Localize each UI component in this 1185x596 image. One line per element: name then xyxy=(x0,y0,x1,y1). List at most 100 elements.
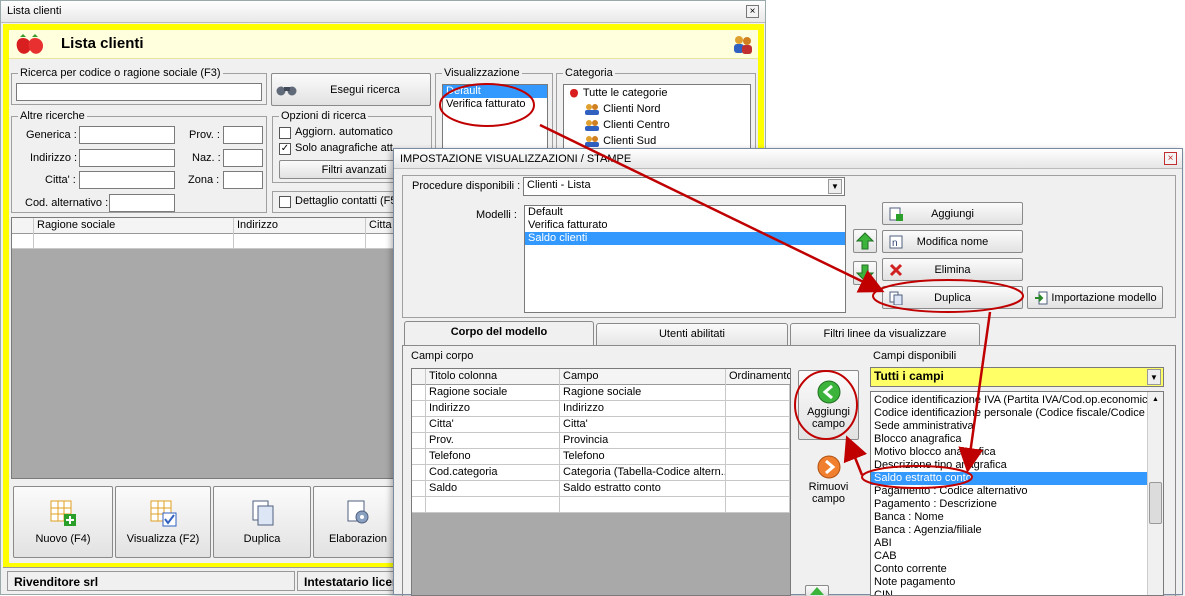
elaborations-button[interactable]: Elaborazion xyxy=(313,486,403,558)
citta-input[interactable] xyxy=(79,171,175,189)
move-field-up-button[interactable] xyxy=(805,585,829,596)
duplicate-icon xyxy=(252,500,274,526)
view-item-default[interactable]: Default xyxy=(443,85,547,98)
model-item-default[interactable]: Default xyxy=(525,206,845,219)
main-window-title: Lista clienti xyxy=(7,5,62,17)
available-field-item[interactable]: Codice identificazione IVA (Partita IVA/… xyxy=(871,394,1147,407)
grid-col-indirizzo[interactable]: Indirizzo xyxy=(234,218,366,234)
add-field-button[interactable]: Aggiungi campo xyxy=(798,370,859,440)
only-active-checkbox[interactable]: ✓ xyxy=(279,143,291,155)
available-field-item[interactable]: Conto corrente xyxy=(871,563,1147,576)
available-field-item[interactable]: Descrizione tipo anagrafica xyxy=(871,459,1147,472)
scroll-up-icon[interactable]: ▲ xyxy=(1149,393,1162,406)
available-field-item[interactable]: Sede amministrativa xyxy=(871,420,1147,433)
category-root-item[interactable]: Tutte le categorie xyxy=(568,87,667,99)
delete-model-button[interactable]: Elimina xyxy=(882,258,1023,281)
naz-input[interactable] xyxy=(223,149,263,167)
body-table-row[interactable]: Prov. Provincia xyxy=(412,433,790,449)
body-table-row[interactable]: Indirizzo Indirizzo xyxy=(412,401,790,417)
tab-filtri-linee[interactable]: Filtri linee da visualizzare xyxy=(790,323,980,345)
available-field-item[interactable]: ABI xyxy=(871,537,1147,550)
add-model-button[interactable]: Aggiungi xyxy=(882,202,1023,225)
users-icon[interactable] xyxy=(731,32,755,56)
new-button[interactable]: Nuovo (F4) xyxy=(13,486,113,558)
body-table-row[interactable]: Ragione sociale Ragione sociale xyxy=(412,385,790,401)
rename-model-label: Modifica nome xyxy=(916,235,989,248)
duplicate-icon xyxy=(889,291,903,305)
scroll-thumb[interactable] xyxy=(1149,482,1162,524)
header-bar: Lista clienti xyxy=(9,30,758,59)
available-field-item[interactable]: Motivo blocco anagrafica xyxy=(871,446,1147,459)
view-item-verifica[interactable]: Verifica fatturato xyxy=(443,98,547,111)
zona-input[interactable] xyxy=(223,171,263,189)
available-field-item[interactable]: Saldo estratto conto xyxy=(871,472,1147,485)
body-table-row[interactable]: Citta' Citta' xyxy=(412,417,790,433)
body-table-row[interactable]: Cod.categoria Categoria (Tabella-Codice a… xyxy=(412,465,790,481)
body-col-campo[interactable]: Campo xyxy=(560,369,726,385)
rename-model-button[interactable]: n Modifica nome xyxy=(882,230,1023,253)
indirizzo-input[interactable] xyxy=(79,149,175,167)
available-filter-select[interactable]: Tutti i campi ▼ xyxy=(870,367,1164,387)
generica-input[interactable] xyxy=(79,126,175,144)
available-field-item[interactable]: Blocco anagrafica xyxy=(871,433,1147,446)
body-cell: Provincia xyxy=(560,433,726,449)
available-field-item[interactable]: Note pagamento xyxy=(871,576,1147,589)
move-down-button[interactable] xyxy=(853,261,877,285)
prov-input[interactable] xyxy=(223,126,263,144)
cod-alternativo-input[interactable] xyxy=(109,194,175,212)
main-close-icon[interactable]: × xyxy=(746,5,759,18)
auto-update-checkbox[interactable] xyxy=(279,127,291,139)
body-cell xyxy=(726,417,790,433)
row-marker xyxy=(412,401,426,417)
remove-field-button[interactable]: Rimuovi campo xyxy=(798,447,859,513)
view-button[interactable]: Visualizza (F2) xyxy=(115,486,211,558)
contact-detail-checkbox[interactable] xyxy=(279,196,291,208)
model-item-saldo[interactable]: Saldo clienti xyxy=(525,232,845,245)
body-table-row[interactable]: Saldo Saldo estratto conto xyxy=(412,481,790,497)
contact-detail-label: Dettaglio contatti (F5 xyxy=(295,195,397,207)
grid-col-ragione[interactable]: Ragione sociale xyxy=(34,218,234,234)
other-searches-group: Altre ricerche Generica : Indirizzo : Ci… xyxy=(11,110,267,213)
import-model-label: Importazione modello xyxy=(1051,291,1157,304)
duplicate-model-button[interactable]: Duplica xyxy=(882,286,1023,309)
category-item-label: Clienti Centro xyxy=(603,119,670,131)
search-button-label: Esegui ricerca xyxy=(330,83,400,96)
scrollbar[interactable]: ▲ xyxy=(1147,392,1163,595)
body-col-ordinamento[interactable]: Ordinamento xyxy=(726,369,790,385)
tab-corpo-modello[interactable]: Corpo del modello xyxy=(404,321,594,345)
available-field-item[interactable]: Pagamento : Codice alternativo xyxy=(871,485,1147,498)
body-col-titolo[interactable]: Titolo colonna xyxy=(426,369,560,385)
group-icon xyxy=(585,136,599,148)
model-item-verifica[interactable]: Verifica fatturato xyxy=(525,219,845,232)
add-document-icon xyxy=(889,207,903,221)
add-model-label: Aggiungi xyxy=(931,207,974,220)
available-field-item[interactable]: CAB xyxy=(871,550,1147,563)
available-field-item[interactable]: Codice identificazione personale (Codice… xyxy=(871,407,1147,420)
search-input[interactable] xyxy=(16,83,262,101)
available-field-item[interactable]: Banca : Agenzia/filiale xyxy=(871,524,1147,537)
move-up-button[interactable] xyxy=(853,229,877,253)
chevron-down-icon: ▼ xyxy=(1147,369,1161,385)
only-active-label: Solo anagrafiche att xyxy=(295,142,393,154)
category-item-sud[interactable]: Clienti Sud xyxy=(584,135,656,148)
search-button[interactable]: Esegui ricerca xyxy=(271,73,431,106)
body-table-row[interactable]: Telefono Telefono xyxy=(412,449,790,465)
dialog-close-icon[interactable]: × xyxy=(1164,152,1177,165)
category-item-nord[interactable]: Clienti Nord xyxy=(584,103,661,116)
arrow-down-icon xyxy=(856,264,874,282)
available-field-item[interactable]: Pagamento : Descrizione xyxy=(871,498,1147,511)
search-legend: Ricerca per codice o ragione sociale (F3… xyxy=(18,67,223,79)
row-marker xyxy=(412,417,426,433)
category-item-centro[interactable]: Clienti Centro xyxy=(584,119,670,132)
procedures-select[interactable]: Clienti - Lista ▼ xyxy=(523,177,845,196)
body-table-row[interactable] xyxy=(412,497,790,513)
naz-label: Naz. : xyxy=(192,152,221,164)
available-fields-list[interactable]: Codice identificazione IVA (Partita IVA/… xyxy=(870,391,1164,596)
models-list[interactable]: Default Verifica fatturato Saldo clienti xyxy=(524,205,846,313)
body-cell: Indirizzo xyxy=(560,401,726,417)
body-fields-grid[interactable]: Titolo colonna Campo Ordinamento Ragione… xyxy=(411,368,791,596)
duplicate-button[interactable]: Duplica xyxy=(213,486,311,558)
tab-utenti-abilitati[interactable]: Utenti abilitati xyxy=(596,323,788,345)
available-field-item[interactable]: Banca : Nome xyxy=(871,511,1147,524)
import-model-button[interactable]: Importazione modello xyxy=(1027,286,1163,309)
